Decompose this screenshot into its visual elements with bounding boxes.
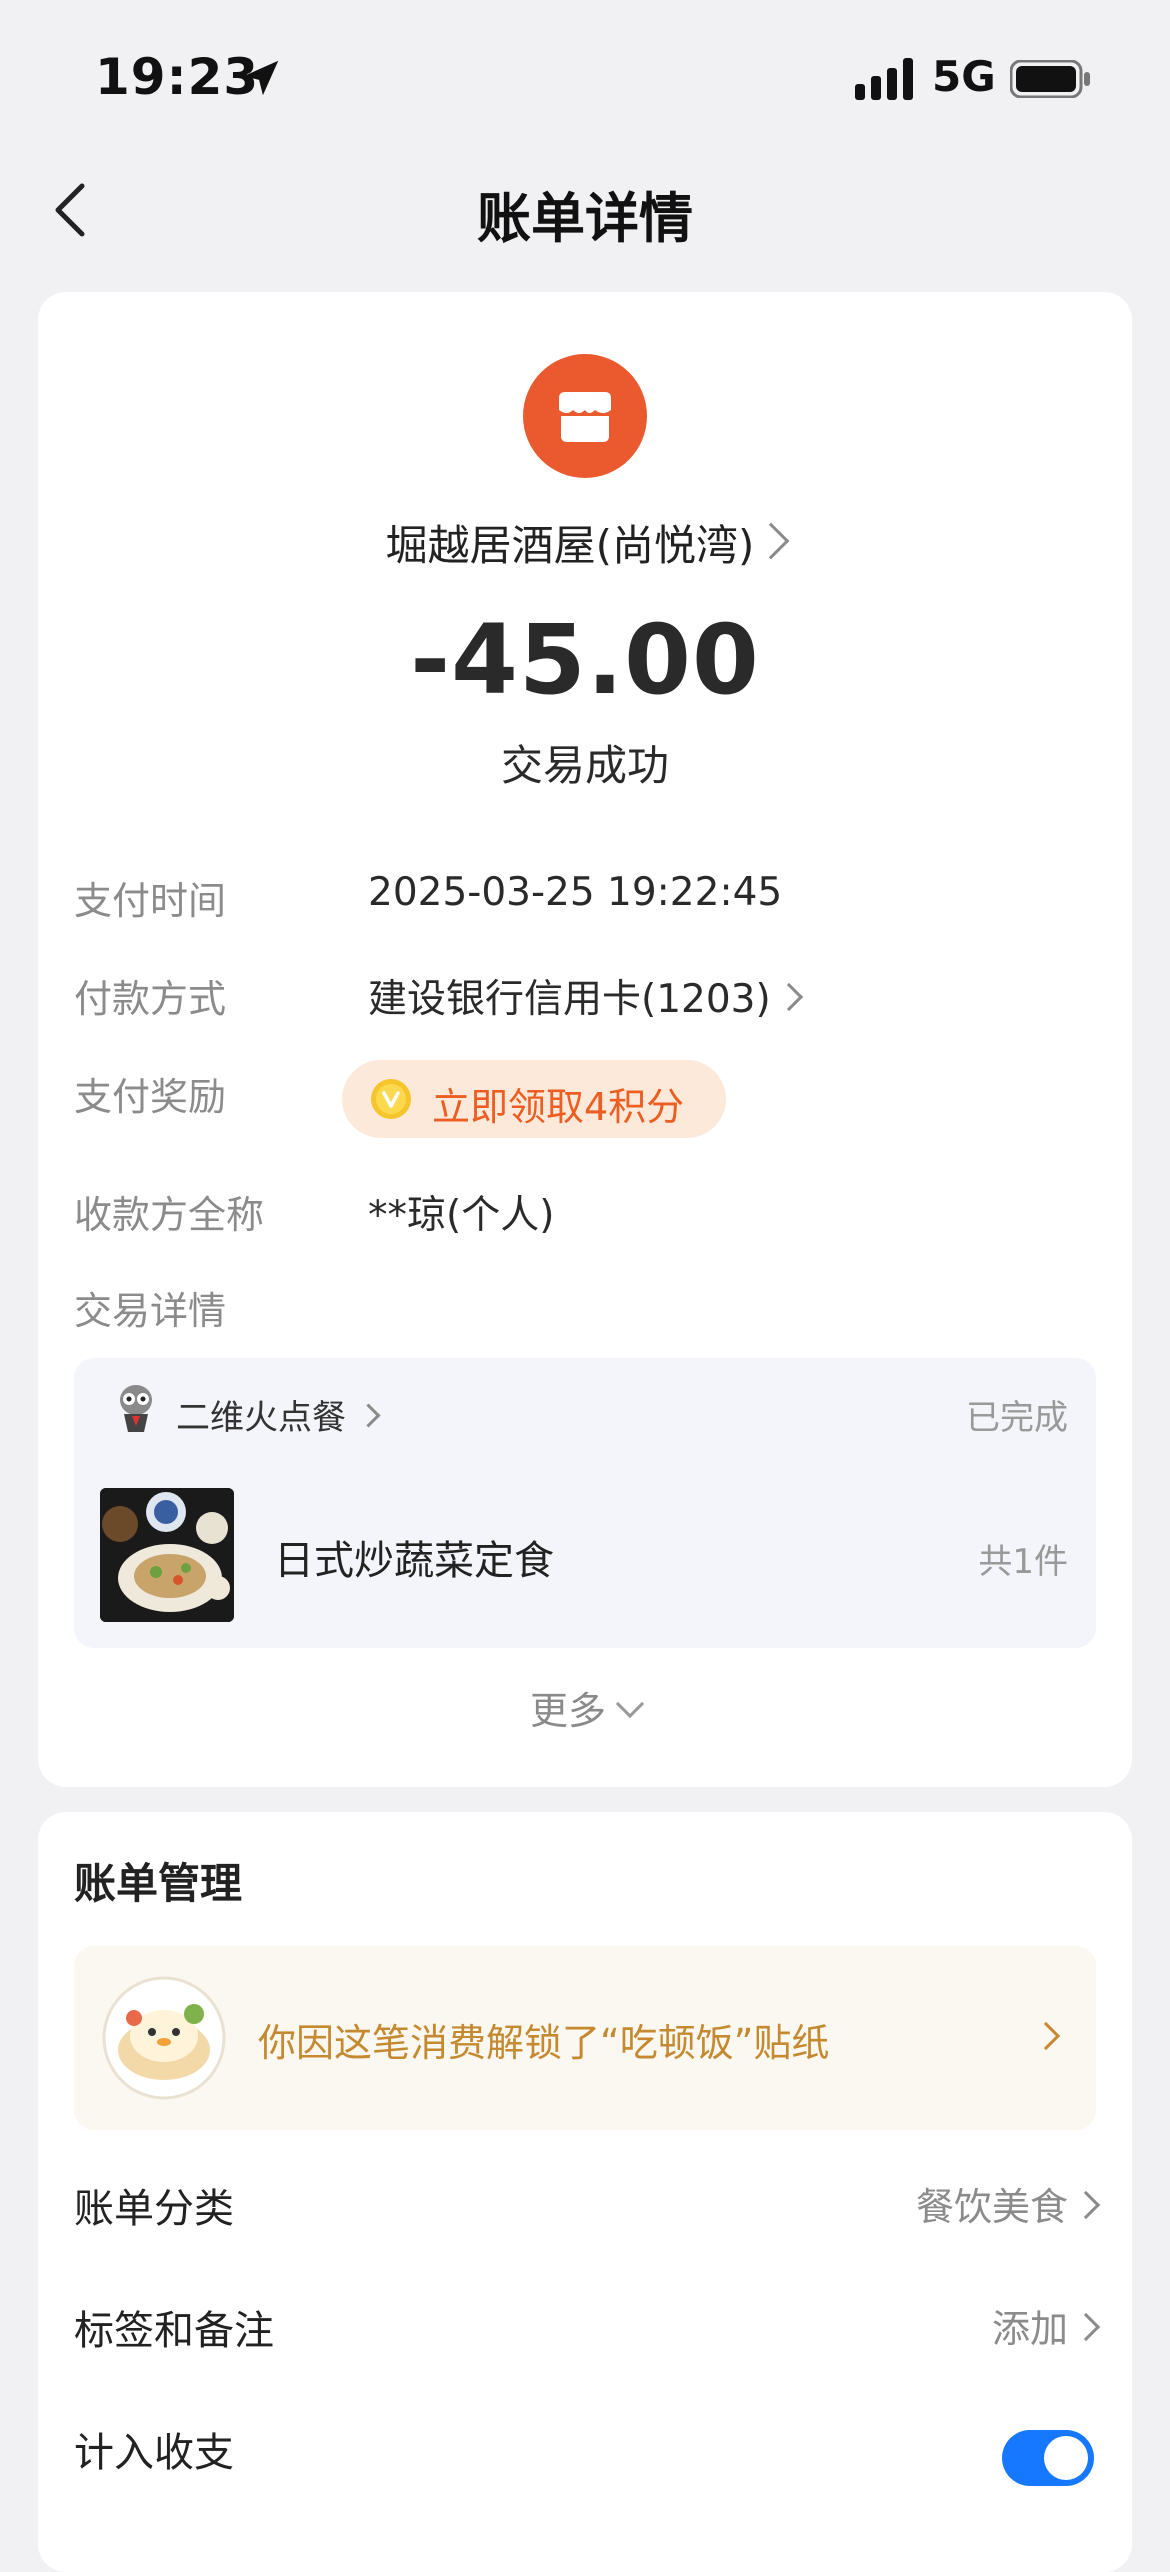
chevron-right-icon (1031, 2021, 1061, 2051)
category-value: 餐饮美食 (915, 2185, 1068, 2229)
signal-icon (855, 58, 913, 100)
category-row-action[interactable]: 餐饮美食 (915, 2176, 1101, 2231)
status-time: 19:23 (95, 48, 260, 106)
nav-bar: 账单详情 (0, 150, 1170, 270)
order-card[interactable]: 二维火点餐 已完成 日式炒蔬菜定食 共1件 (74, 1358, 1096, 1648)
coin-icon (371, 1079, 411, 1119)
shop-icon (559, 392, 611, 442)
claim-points-button[interactable]: 立即领取4积分 (342, 1060, 726, 1138)
merchant-logo (523, 354, 647, 478)
category-label: 账单分类 (74, 2186, 234, 2232)
payee-label: 收款方全称 (74, 1193, 265, 1237)
location-arrow-icon (243, 60, 279, 96)
status-bar: 19:23 5G (0, 0, 1170, 150)
order-status: 已完成 (966, 1398, 1068, 1438)
toggle-knob (1044, 2436, 1088, 2480)
tags-row-action[interactable]: 添加 (991, 2298, 1101, 2353)
merchant-name: 堀越居酒屋(尚悦湾) (385, 521, 755, 570)
include-toggle[interactable] (1002, 2430, 1094, 2486)
claim-points-label: 立即领取4积分 (432, 1085, 685, 1129)
amount: -45.00 (410, 604, 760, 716)
order-source-name: 二维火点餐 (176, 1398, 346, 1438)
payee-value: **琼(个人) (368, 1193, 555, 1238)
chevron-down-icon (615, 1689, 645, 1719)
transaction-status: 交易成功 (500, 741, 669, 790)
trade-details-label: 交易详情 (74, 1289, 227, 1333)
more-button[interactable]: 更多 (38, 1680, 1132, 1735)
network-type: 5G (932, 52, 996, 101)
pay-method-value: 建设银行信用卡(1203) (368, 977, 771, 1022)
more-label: 更多 (529, 1689, 606, 1733)
dish-image (100, 1488, 234, 1622)
tags-label: 标签和备注 (74, 2308, 274, 2354)
chevron-right-icon (774, 982, 803, 1012)
merchant-link[interactable]: 堀越居酒屋(尚悦湾) (38, 512, 1132, 573)
dish-name: 日式炒蔬菜定食 (274, 1538, 554, 1584)
chevron-right-icon (1071, 2190, 1101, 2220)
battery-icon (1010, 60, 1090, 98)
bill-card: 堀越居酒屋(尚悦湾) -45.00 交易成功 支付时间 2025-03-25 1… (38, 292, 1132, 1787)
chevron-right-icon (356, 1403, 381, 1428)
bill-management-card: 账单管理 你因这笔消费解锁了“吃顿饭”贴纸 账单分类 餐饮美食 标签和备注 添加… (38, 1812, 1132, 2572)
tags-value: 添加 (991, 2307, 1068, 2351)
dish-count: 共1件 (978, 1542, 1068, 1582)
sticker-banner[interactable]: 你因这笔消费解锁了“吃顿饭”贴纸 (74, 1946, 1096, 2130)
page-title: 账单详情 (477, 187, 693, 250)
chevron-right-icon (1071, 2312, 1101, 2342)
reward-label: 支付奖励 (74, 1075, 227, 1119)
pay-method-label: 付款方式 (74, 977, 227, 1021)
pay-method-link[interactable]: 建设银行信用卡(1203) (368, 968, 803, 1024)
pay-time-label: 支付时间 (74, 879, 227, 923)
chevron-right-icon (753, 522, 790, 560)
pay-time-value: 2025-03-25 19:22:45 (368, 870, 783, 915)
mascot-icon (120, 1385, 152, 1432)
include-label: 计入收支 (74, 2430, 234, 2476)
order-source-link[interactable]: 二维火点餐 (176, 1390, 381, 1439)
sticker-bowl-icon (102, 1976, 226, 2100)
sticker-text: 你因这笔消费解锁了“吃顿饭”贴纸 (258, 2021, 830, 2065)
section-title: 账单管理 (74, 1859, 243, 1908)
